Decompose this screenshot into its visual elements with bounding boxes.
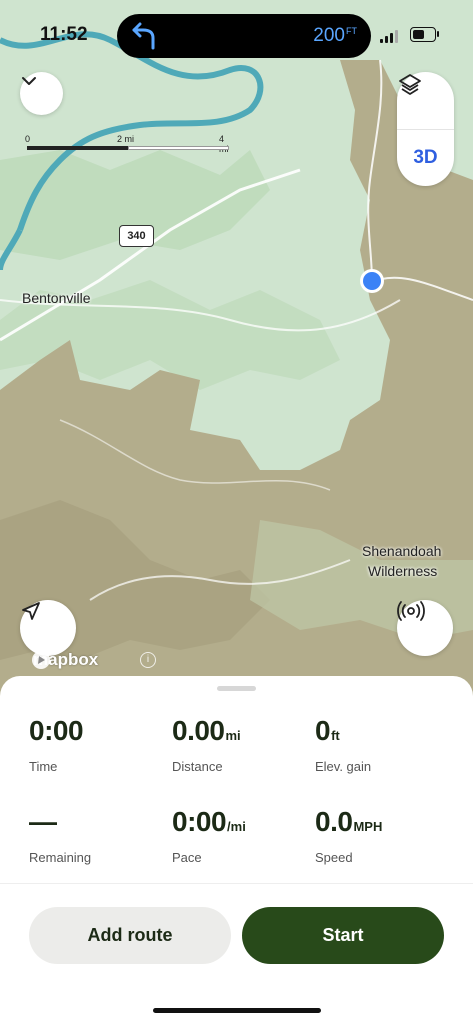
navigation-banner[interactable]: 200FT	[117, 14, 371, 58]
map-label-bentonville: Bentonville	[22, 290, 91, 306]
stat-pace-unit: /mi	[227, 819, 246, 834]
recenter-button[interactable]	[20, 600, 76, 656]
stat-time-value: 0:00	[29, 715, 84, 746]
stat-elevation-label: Elev. gain	[315, 759, 372, 774]
stat-pace-value: 0:00	[172, 806, 227, 837]
status-bar-time: 11:52	[40, 24, 88, 45]
stat-distance-label: Distance	[172, 759, 223, 774]
map-label-shenandoah: Shenandoah	[362, 543, 442, 559]
turn-distance-value: 200	[313, 25, 345, 46]
mapbox-attribution[interactable]: mapbox	[30, 649, 98, 671]
chevron-down-icon	[22, 77, 36, 85]
stat-speed: 0.0MPH Speed	[315, 806, 382, 865]
stat-pace: 0:00/mi Pace	[172, 806, 246, 865]
home-indicator[interactable]	[153, 1008, 321, 1013]
route-shield-340: 340	[119, 225, 154, 247]
action-bar: Add route Start	[0, 883, 473, 1025]
broadcast-button[interactable]	[397, 600, 453, 656]
stat-remaining-label: Remaining	[29, 850, 92, 865]
stat-time-label: Time	[29, 759, 58, 774]
turn-left-arrow-icon	[132, 22, 155, 50]
stat-distance-unit: mi	[225, 728, 241, 743]
sheet-drag-handle[interactable]	[217, 686, 256, 691]
collapse-button[interactable]	[20, 72, 63, 115]
map-view[interactable]: 3D 0 2 mi 4 mi Bentonville Shenandoah Wi…	[0, 0, 473, 700]
turn-distance: 200FT	[313, 25, 357, 47]
battery-icon	[410, 27, 436, 42]
stat-distance: 0.00mi Distance	[172, 715, 241, 774]
map-controls: 3D	[397, 72, 454, 186]
stat-elevation-unit: ft	[331, 728, 340, 743]
stat-time: 0:00 Time	[29, 715, 84, 774]
scale-label-2mi: 2 mi	[117, 134, 135, 144]
location-dot-icon	[360, 269, 384, 293]
stat-remaining: — Remaining	[29, 806, 91, 865]
stat-speed-label: Speed	[315, 850, 353, 865]
battery-cap	[437, 31, 439, 37]
scale-label-0: 0	[25, 134, 31, 144]
navigation-arrow-icon	[22, 602, 40, 620]
start-button[interactable]: Start	[242, 907, 444, 964]
stat-remaining-value: —	[29, 806, 57, 837]
stat-speed-value: 0.0	[315, 806, 353, 837]
map-scale-bar: 0 2 mi 4 mi	[25, 134, 232, 156]
add-route-button[interactable]: Add route	[29, 907, 231, 964]
stat-pace-label: Pace	[172, 850, 202, 865]
broadcast-icon	[397, 601, 425, 621]
three-d-button[interactable]: 3D	[397, 130, 454, 186]
current-location-marker	[358, 267, 386, 295]
layers-icon	[399, 74, 421, 95]
mapbox-logo-icon	[32, 651, 50, 669]
scale-segment-light	[128, 146, 229, 150]
scale-segment-dark	[27, 146, 128, 150]
scale-label-4mi: 4 mi	[219, 134, 229, 154]
layers-button[interactable]	[397, 72, 454, 129]
attribution-info-icon[interactable]: i	[140, 652, 156, 668]
map-label-wilderness: Wilderness	[368, 563, 438, 579]
stat-distance-value: 0.00	[172, 715, 225, 746]
status-bar-icons	[380, 27, 450, 43]
turn-distance-unit: FT	[346, 26, 357, 36]
stat-elevation-value: 0	[315, 715, 331, 746]
stat-elevation: 0ft Elev. gain	[315, 715, 371, 774]
stat-speed-unit: MPH	[353, 819, 383, 834]
